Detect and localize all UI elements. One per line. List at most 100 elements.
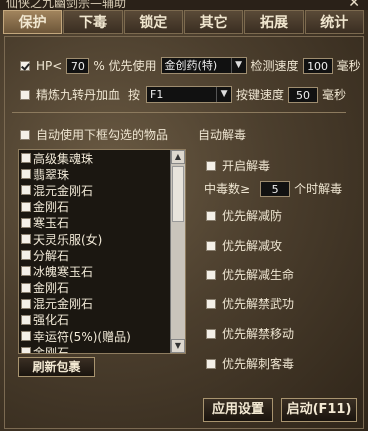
detect-speed-input[interactable]: 100 xyxy=(302,57,333,74)
hp-prefix: HP< xyxy=(36,58,63,73)
item-checkbox[interactable] xyxy=(21,282,31,293)
auto-items-row: 自动使用下框勾选的物品 xyxy=(20,126,168,143)
detox-option-checkbox[interactable] xyxy=(206,269,216,280)
item-checkbox[interactable] xyxy=(21,201,31,212)
item-label: 混元金刚石 xyxy=(33,183,94,198)
item-checkbox[interactable] xyxy=(21,266,31,277)
window-title: 仙侠之九幽剑宗—辅助 xyxy=(6,0,127,10)
hp-item-value: 金创药(特) xyxy=(164,59,218,72)
detox-option-checkbox[interactable] xyxy=(206,298,216,309)
press-speed-label: 按键速度 xyxy=(236,88,285,102)
item-checkbox[interactable] xyxy=(21,250,31,261)
list-item[interactable]: 冰魄寒玉石 xyxy=(19,263,171,279)
list-item[interactable]: 金刚石 xyxy=(19,199,171,215)
list-item[interactable]: 寒玉石 xyxy=(19,215,171,231)
start-button[interactable]: 启动(F11) xyxy=(281,398,357,422)
list-item[interactable]: 高级集魂珠 xyxy=(19,150,171,166)
detox-option-checkbox[interactable] xyxy=(206,328,216,339)
refine-checkbox[interactable] xyxy=(20,89,30,100)
press-speed-input[interactable]: 50 xyxy=(288,86,319,103)
item-label: 幸运符(5%)(赠品) xyxy=(33,329,131,344)
title-bar: 仙侠之九幽剑宗—辅助 ✕ xyxy=(0,0,368,10)
detox-option-label: 优先解减生命 xyxy=(222,268,295,282)
refine-key-select[interactable]: F1 ▼ xyxy=(146,86,233,103)
detox-option-label: 优先解刺客毒 xyxy=(222,357,295,371)
item-checkbox[interactable] xyxy=(21,347,31,353)
item-label: 混元金刚石 xyxy=(33,297,94,312)
scroll-thumb[interactable] xyxy=(172,166,184,222)
auto-items-label: 自动使用下框勾选的物品 xyxy=(36,128,169,142)
item-list[interactable]: 高级集魂珠 翡翠珠 混元金刚石 金刚石 寒玉石 天灵乐服(女) 分解石 冰魄寒玉… xyxy=(18,149,186,354)
auto-items-checkbox[interactable] xyxy=(20,129,30,140)
detox-enable-label: 开启解毒 xyxy=(222,159,271,173)
detect-speed-label: 检测速度 xyxy=(250,59,299,73)
chevron-down-icon[interactable]: ▼ xyxy=(216,87,232,102)
hp-item-select[interactable]: 金创药(特) ▼ xyxy=(160,57,247,74)
item-label: 寒玉石 xyxy=(33,216,70,231)
item-label: 高级集魂珠 xyxy=(33,151,94,166)
scroll-down-icon[interactable]: ▼ xyxy=(171,339,185,353)
detox-count-prefix: 中毒数≥ xyxy=(204,182,251,196)
scroll-up-icon[interactable]: ▲ xyxy=(171,150,185,164)
detox-option-label: 优先解禁武功 xyxy=(222,297,295,311)
list-item[interactable]: 金刚石 xyxy=(19,344,171,353)
item-checkbox[interactable] xyxy=(21,153,31,164)
list-item[interactable]: 分解石 xyxy=(19,247,171,263)
refine-row: 精炼九转丹加血 按 F1 ▼ 按键速度 50 毫秒 xyxy=(20,86,346,103)
apply-settings-button[interactable]: 应用设置 xyxy=(203,398,273,422)
detox-option-checkbox[interactable] xyxy=(206,240,216,251)
tab-lock[interactable]: 锁定 xyxy=(123,10,183,34)
detect-speed-unit: 毫秒 xyxy=(336,59,361,73)
hp-row: HP< 70 % 优先使用 金创药(特) ▼ 检测速度 100 毫秒 xyxy=(20,57,361,74)
detox-option-label: 优先解减攻 xyxy=(222,239,283,253)
tab-poison[interactable]: 下毒 xyxy=(63,10,123,34)
tab-extend[interactable]: 拓展 xyxy=(244,10,304,34)
refine-key-value: F1 xyxy=(150,88,164,101)
detox-enable-row: 开启解毒 xyxy=(206,157,270,174)
hp-suffix: % 优先使用 xyxy=(93,59,157,73)
list-item[interactable]: 金刚石 xyxy=(19,280,171,296)
detox-option-row: 优先解禁武功 xyxy=(206,295,294,312)
window: 仙侠之九幽剑宗—辅助 ✕ 保护 下毒 锁定 其它 拓展 统计 HP< 70 % … xyxy=(0,0,368,431)
item-checkbox[interactable] xyxy=(21,234,31,245)
list-item[interactable]: 混元金刚石 xyxy=(19,296,171,312)
detox-option-row: 优先解刺客毒 xyxy=(206,355,294,372)
refresh-bag-button[interactable]: 刷新包裹 xyxy=(18,357,95,377)
item-list-content: 高级集魂珠 翡翠珠 混元金刚石 金刚石 寒玉石 天灵乐服(女) 分解石 冰魄寒玉… xyxy=(19,150,171,353)
list-item[interactable]: 翡翠珠 xyxy=(19,166,171,182)
hp-checkbox[interactable] xyxy=(20,60,30,71)
detox-option-row: 优先解禁移动 xyxy=(206,325,294,342)
item-checkbox[interactable] xyxy=(21,314,31,325)
hp-threshold-input[interactable]: 70 xyxy=(66,57,90,74)
detox-count-input[interactable]: 5 xyxy=(260,180,291,197)
item-label: 金刚石 xyxy=(33,281,70,296)
item-checkbox[interactable] xyxy=(21,331,31,342)
list-item[interactable]: 幸运符(5%)(赠品) xyxy=(19,328,171,344)
detox-option-row: 优先解减攻 xyxy=(206,237,282,254)
list-item[interactable]: 混元金刚石 xyxy=(19,182,171,198)
press-speed-unit: 毫秒 xyxy=(322,88,347,102)
item-label: 强化石 xyxy=(33,313,70,328)
close-icon[interactable]: ✕ xyxy=(348,0,360,10)
list-item[interactable]: 天灵乐服(女) xyxy=(19,231,171,247)
item-label: 分解石 xyxy=(33,248,70,263)
detox-enable-checkbox[interactable] xyxy=(206,160,216,171)
detox-count-row: 中毒数≥ 5 个时解毒 xyxy=(204,180,342,197)
detox-option-checkbox[interactable] xyxy=(206,358,216,369)
tab-stats[interactable]: 统计 xyxy=(304,10,364,34)
item-checkbox[interactable] xyxy=(21,217,31,228)
detox-option-row: 优先解减防 xyxy=(206,207,282,224)
item-label: 翡翠珠 xyxy=(33,167,70,182)
list-scrollbar[interactable]: ▲ ▼ xyxy=(170,150,185,353)
item-label: 冰魄寒玉石 xyxy=(33,264,94,279)
item-label: 天灵乐服(女) xyxy=(33,232,103,247)
list-item[interactable]: 强化石 xyxy=(19,312,171,328)
chevron-down-icon[interactable]: ▼ xyxy=(230,58,246,73)
item-checkbox[interactable] xyxy=(21,185,31,196)
item-checkbox[interactable] xyxy=(21,298,31,309)
detox-option-row: 优先解减生命 xyxy=(206,266,294,283)
tab-other[interactable]: 其它 xyxy=(183,10,244,34)
item-checkbox[interactable] xyxy=(21,169,31,180)
tab-protect[interactable]: 保护 xyxy=(3,10,63,34)
detox-option-checkbox[interactable] xyxy=(206,210,216,221)
